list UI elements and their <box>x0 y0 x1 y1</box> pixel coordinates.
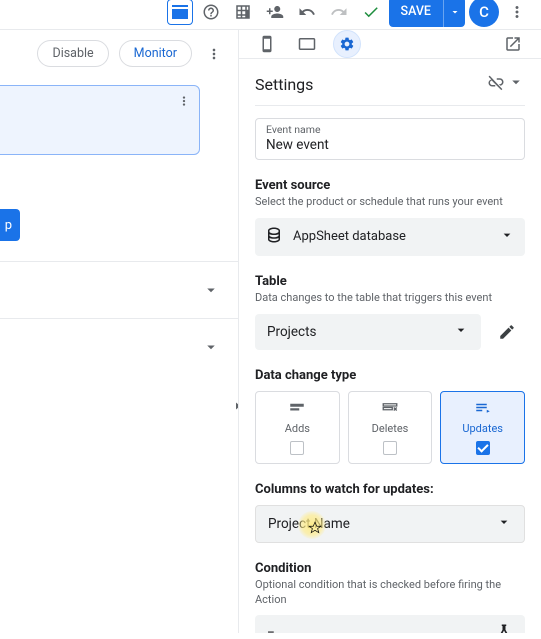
right-panel: Settings Event name New event Event sour… <box>239 30 541 633</box>
table-value: Projects <box>267 324 317 340</box>
checkbox-deletes[interactable] <box>383 441 397 455</box>
tab-mobile-icon[interactable] <box>253 30 281 58</box>
chevron-down-icon[interactable] <box>507 73 525 95</box>
chevron-down-icon <box>202 338 220 356</box>
dropdown-arrow-icon <box>499 227 515 247</box>
save-dropdown-icon[interactable] <box>443 0 465 27</box>
data-change-title: Data change type <box>255 368 525 383</box>
add-user-icon[interactable] <box>261 0 289 26</box>
condition-sub: Optional condition that is checked befor… <box>255 578 525 608</box>
check-icon[interactable] <box>357 0 385 26</box>
collapse-handle-icon[interactable] <box>232 400 239 416</box>
app-toolbar: SAVE C <box>0 0 541 30</box>
event-source-value: AppSheet database <box>293 229 406 244</box>
overflow-icon[interactable] <box>503 0 531 26</box>
columns-value: Project Name <box>268 516 350 532</box>
updates-icon <box>474 400 492 418</box>
event-card[interactable]: t <box>0 85 200 155</box>
condition-title: Condition <box>255 561 525 576</box>
expander-row-1[interactable] <box>0 268 238 312</box>
unlink-icon[interactable] <box>487 73 505 95</box>
event-name-label: Event name <box>266 123 514 136</box>
tab-settings-icon[interactable] <box>333 30 361 58</box>
preview-icon[interactable] <box>167 0 193 25</box>
event-source-title: Event source <box>255 178 525 193</box>
event-name-value: New event <box>266 136 514 153</box>
table-select[interactable]: Projects <box>255 314 481 350</box>
left-overflow-icon[interactable] <box>202 46 226 62</box>
card-overflow-icon[interactable] <box>177 94 191 112</box>
edit-table-icon[interactable] <box>489 314 525 350</box>
monitor-button[interactable]: Monitor <box>119 40 192 67</box>
chip-adds[interactable]: Adds <box>255 391 340 464</box>
chip-updates[interactable]: Updates <box>440 391 525 464</box>
event-name-field[interactable]: Event name New event <box>255 118 525 160</box>
condition-field[interactable]: = <box>255 615 525 633</box>
save-label: SAVE <box>389 4 443 19</box>
condition-value: = <box>267 626 275 633</box>
redo-icon[interactable] <box>325 0 353 26</box>
dropdown-arrow-icon <box>496 514 512 534</box>
columns-select[interactable]: Project Name <box>255 505 525 543</box>
help-icon[interactable] <box>197 0 225 26</box>
database-icon <box>265 226 283 248</box>
chevron-down-icon <box>202 281 220 299</box>
chip-deletes[interactable]: Deletes <box>348 391 433 464</box>
tab-tablet-icon[interactable] <box>293 30 321 58</box>
columns-title: Columns to watch for updates: <box>255 482 525 497</box>
blue-step-button[interactable]: p <box>0 209 20 241</box>
event-source-select[interactable]: AppSheet database <box>255 218 525 256</box>
deletes-icon <box>381 400 399 418</box>
left-panel: Disable Monitor t p <box>0 30 239 633</box>
grid-icon[interactable] <box>229 0 257 26</box>
avatar[interactable]: C <box>469 0 499 27</box>
save-button[interactable]: SAVE <box>389 0 465 27</box>
event-source-sub: Select the product or schedule that runs… <box>255 195 525 210</box>
flask-icon[interactable] <box>495 623 513 633</box>
undo-icon[interactable] <box>293 0 321 26</box>
table-sub: Data changes to the table that triggers … <box>255 291 525 306</box>
expander-row-2[interactable] <box>0 325 238 369</box>
disable-button[interactable]: Disable <box>37 40 108 67</box>
checkbox-updates[interactable] <box>476 441 490 455</box>
open-external-icon[interactable] <box>499 30 527 58</box>
table-title: Table <box>255 274 525 289</box>
settings-title: Settings <box>255 75 313 94</box>
dropdown-arrow-icon <box>453 322 469 342</box>
adds-icon <box>288 400 306 418</box>
checkbox-adds[interactable] <box>290 441 304 455</box>
